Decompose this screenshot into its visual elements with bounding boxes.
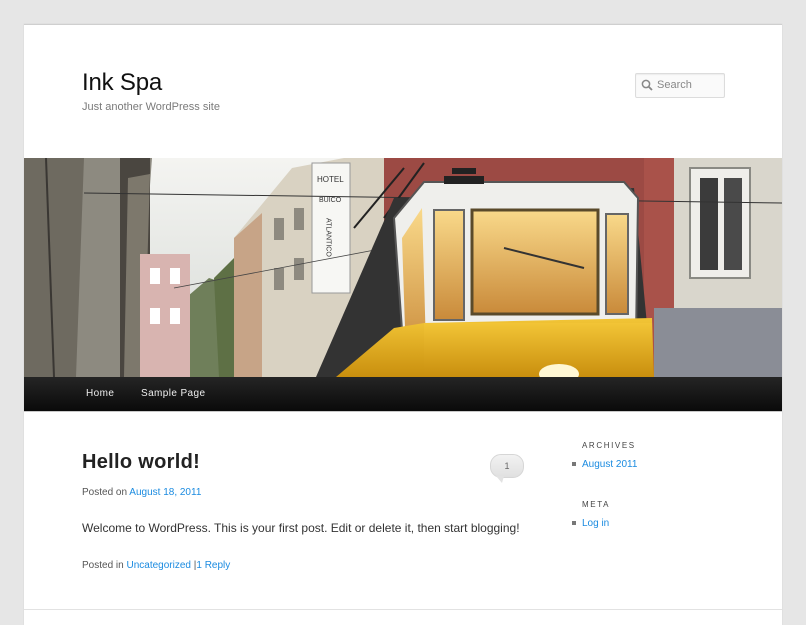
bullet-icon [572, 521, 576, 526]
login-link[interactable]: Log in [582, 518, 609, 529]
post-content: Welcome to WordPress. This is your first… [82, 521, 520, 535]
svg-text:ATLANTICO: ATLANTICO [325, 218, 332, 257]
footer-divider [24, 609, 782, 610]
archive-link[interactable]: August 2011 [582, 459, 637, 470]
svg-text:BUICO: BUICO [319, 197, 342, 204]
bullet-icon [572, 462, 576, 467]
page: Ink Spa Just another WordPress site Sear… [24, 24, 782, 625]
comments-count-bubble[interactable]: 1 [490, 454, 524, 483]
nav-item-sample-page[interactable]: Sample Page [141, 388, 205, 399]
post-meta: Posted on August 18, 2011 [82, 487, 201, 498]
category-link[interactable]: Uncategorized [126, 560, 190, 571]
search-icon [641, 79, 653, 91]
post-footer: Posted in Uncategorized |1 Reply [82, 560, 230, 571]
site-title[interactable]: Ink Spa [82, 69, 162, 97]
main-nav: Home Sample Page [24, 377, 782, 412]
search-input[interactable] [657, 76, 721, 93]
archives-widget-title: ARCHIVES [582, 441, 636, 450]
nav-item-home[interactable]: Home [86, 388, 114, 399]
header-image: HOTEL BUICO ATLANTICO [24, 158, 782, 377]
posted-in-label: Posted in [82, 560, 124, 571]
site-description: Just another WordPress site [82, 101, 220, 113]
hotel-sign: HOTEL [317, 175, 344, 184]
search-form[interactable] [635, 73, 725, 98]
meta-widget-title: META [582, 500, 611, 509]
posted-on-label: Posted on [82, 487, 128, 498]
archives-list-item: August 2011 [572, 459, 637, 470]
post-date-link[interactable]: August 18, 2011 [129, 487, 201, 498]
post-title[interactable]: Hello world! [82, 451, 200, 474]
meta-list-item: Log in [572, 518, 609, 529]
reply-link[interactable]: 1 Reply [196, 560, 230, 571]
